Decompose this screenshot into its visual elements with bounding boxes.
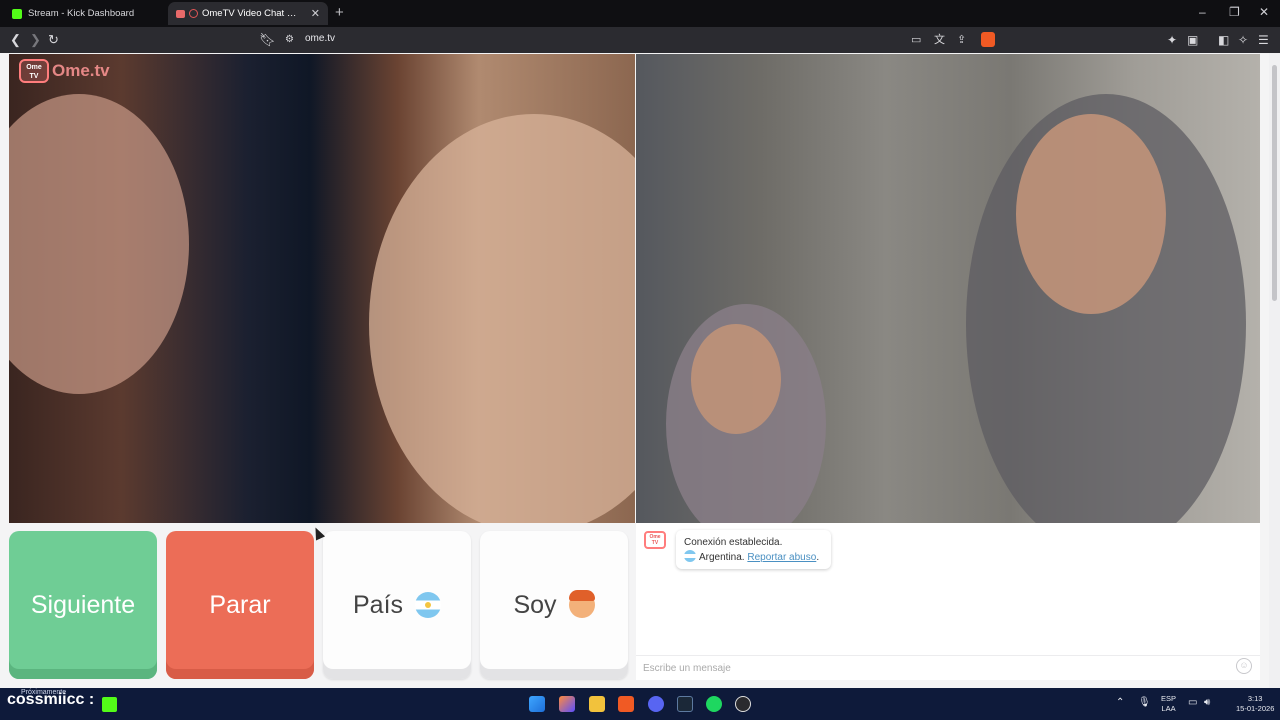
- video-figure: [9, 94, 189, 394]
- argentina-flag-icon: [684, 550, 696, 562]
- tab-ometv[interactable]: OmeTV Video Chat — Omegle ✕: [168, 2, 328, 25]
- stranger-video: [636, 54, 1260, 523]
- message-input[interactable]: Escribe un mensaje: [636, 655, 1260, 680]
- brave-icon[interactable]: [618, 696, 634, 712]
- leo-ai-icon[interactable]: ✧: [1238, 32, 1248, 48]
- close-window-button[interactable]: ✕: [1259, 5, 1269, 19]
- sidebar-icon[interactable]: ◧: [1218, 32, 1229, 48]
- clock-time: 3:13: [1247, 694, 1263, 703]
- chevron-up-icon[interactable]: ⌃: [1116, 697, 1124, 708]
- ime-lang: ESP: [1161, 694, 1177, 703]
- stop-button-label: Parar: [209, 590, 271, 619]
- back-icon[interactable]: ❮: [10, 32, 21, 48]
- ometv-page: Ome TV Ome.tv Siguiente Parar País Soy O…: [0, 53, 1280, 688]
- clock-date: 15-01-2026: [1236, 704, 1275, 713]
- copilot-icon[interactable]: [559, 696, 575, 712]
- share-icon[interactable]: ⇪: [957, 32, 966, 48]
- local-video: Ome TV Ome.tv: [9, 54, 635, 523]
- next-button-label: Siguiente: [30, 590, 136, 619]
- country-button-label: País: [352, 590, 404, 619]
- ometv-logo-text: Ome.tv: [52, 61, 110, 80]
- obs-icon[interactable]: [735, 696, 751, 712]
- recording-icon: [189, 9, 198, 18]
- forward-icon[interactable]: ❯: [30, 32, 41, 48]
- steam-icon[interactable]: [677, 696, 693, 712]
- file-explorer-icon[interactable]: [589, 696, 605, 712]
- network-icon[interactable]: ▭: [1188, 697, 1197, 708]
- translate-icon[interactable]: 文: [934, 32, 945, 48]
- bookmark-icon[interactable]: 🔖︎: [259, 32, 276, 48]
- address-bar[interactable]: ome.tv: [305, 33, 335, 44]
- ometv-chat-icon: Ome TV: [644, 531, 666, 549]
- connection-status: Conexión establecida.: [684, 537, 783, 548]
- browser-toolbar: ❮ ❯ ↻ 🔖︎ ⚙︎ ome.tv ▭ 文 ⇪ ✦ ▣ ◧ ✧ ☰: [0, 27, 1280, 53]
- ometv-logo-badge: Ome TV: [19, 59, 49, 83]
- gender-button-label: Soy: [513, 590, 557, 619]
- country-button[interactable]: País: [323, 531, 471, 679]
- video-figure: [369, 114, 635, 523]
- next-button[interactable]: Siguiente: [9, 531, 157, 679]
- discord-icon[interactable]: [648, 696, 664, 712]
- stream-colon: :: [88, 691, 95, 708]
- new-tab-button[interactable]: +: [335, 4, 344, 21]
- close-tab-icon[interactable]: ✕: [311, 7, 320, 20]
- video-figure: [691, 324, 781, 434]
- kick-logo-icon: [102, 697, 117, 712]
- argentina-flag-icon: [415, 592, 442, 618]
- wallet-icon[interactable]: ▣: [1187, 32, 1198, 48]
- kick-icon: [12, 8, 22, 19]
- windows-taskbar: Próximamente cossmiicc : ⌃ ESP LAA 🎙︎ ▭ …: [0, 688, 1280, 720]
- gender-button[interactable]: Soy: [480, 531, 628, 679]
- input-language[interactable]: ESP LAA: [1161, 694, 1176, 714]
- minimize-button[interactable]: –: [1199, 5, 1206, 19]
- system-clock[interactable]: 3:13 15-01-2026: [1236, 694, 1274, 714]
- browser-tab-bar: Stream - Kick Dashboard OmeTV Video Chat…: [0, 0, 1280, 27]
- stream-subtitle: Próximamente: [21, 689, 67, 696]
- video-figure: [1016, 114, 1166, 314]
- speaker-icon[interactable]: 🔊︎: [1204, 697, 1210, 708]
- tab-title: Stream - Kick Dashboard: [28, 8, 135, 19]
- country-line: Argentina. Reportar abuso.: [684, 550, 823, 565]
- ime-layout: LAA: [1161, 704, 1176, 713]
- maximize-button[interactable]: ❐: [1229, 5, 1240, 19]
- menu-icon[interactable]: ☰: [1258, 32, 1269, 48]
- ometv-logo: Ome TV Ome.tv: [19, 59, 110, 83]
- page-scrollbar[interactable]: [1269, 53, 1280, 688]
- country-name: Argentina.: [699, 552, 745, 563]
- microphone-icon[interactable]: 🎙︎: [1138, 697, 1151, 708]
- report-abuse-link[interactable]: Reportar abuso: [747, 552, 816, 563]
- ometv-icon: [176, 9, 185, 18]
- boy-emoji-icon: [568, 590, 595, 618]
- site-info-icon[interactable]: ⚙︎: [285, 32, 294, 48]
- tab-kick-dashboard[interactable]: Stream - Kick Dashboard: [4, 2, 164, 25]
- reload-icon[interactable]: ↻: [48, 32, 59, 48]
- emoji-icon[interactable]: ☺: [1236, 658, 1252, 674]
- tab-title: OmeTV Video Chat — Omegle: [202, 8, 305, 19]
- extensions-icon[interactable]: ✦: [1167, 32, 1177, 48]
- system-message: Conexión establecida. Argentina. Reporta…: [676, 530, 831, 569]
- spotify-icon[interactable]: [706, 696, 722, 712]
- stop-button[interactable]: Parar: [166, 531, 314, 679]
- chat-panel: Ome TV Conexión establecida. Argentina. …: [636, 523, 1260, 680]
- report-suffix: .: [816, 552, 820, 563]
- brave-shield-icon[interactable]: [981, 32, 995, 47]
- cast-icon[interactable]: ▭: [911, 32, 921, 48]
- scrollbar-thumb[interactable]: [1272, 65, 1277, 301]
- start-icon[interactable]: [529, 696, 545, 712]
- stream-overlay: Próximamente cossmiicc :: [7, 689, 95, 709]
